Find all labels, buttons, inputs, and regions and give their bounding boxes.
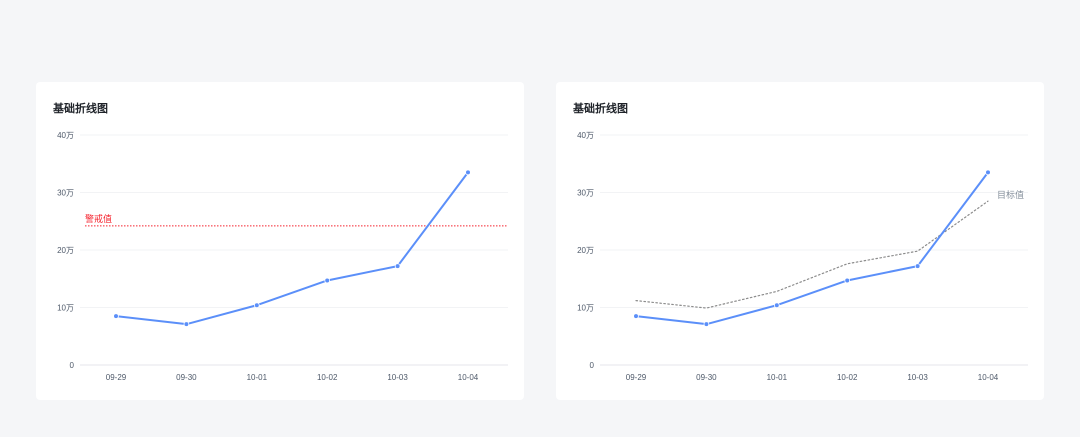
data-point [465,169,471,176]
chart-card-warning: 基础折线图 0 10万 20万 30万 40万 09-29 09-30 10-01 10-02 1… [36,82,524,400]
data-point [113,313,119,319]
data-point [844,277,851,284]
line-chart-warning: 0 10万 20万 30万 40万 09-29 09-30 10-01 10-02 10-03 10… [57,131,508,382]
data-point [633,313,639,319]
line-chart-target: 0 10万 20万 30万 40万 09-29 09-30 10-01 10-02 10-03 10… [577,131,1028,382]
x-tick-label: 10-01 [247,373,268,382]
x-tick-label: 10-02 [837,373,858,382]
data-point [985,169,991,176]
y-tick-label: 20万 [57,246,74,255]
reference-line-label: 警戒值 [85,213,112,224]
y-tick-label: 40万 [577,131,594,140]
x-tick-label: 09-29 [626,373,647,382]
x-tick-label: 09-30 [696,373,717,382]
data-point [183,321,190,327]
series-line [635,171,989,326]
data-point [774,302,780,309]
x-tick-label: 10-04 [978,373,999,382]
x-tick-label: 10-03 [387,373,408,382]
data-point [394,263,401,269]
x-tick-label: 09-30 [176,373,197,382]
data-point [914,263,921,269]
y-tick-label: 30万 [57,189,74,198]
y-tick-label: 0 [590,361,595,370]
y-tick-label: 40万 [57,131,74,140]
y-tick-label: 30万 [577,189,594,198]
data-point [254,302,260,309]
series-line [115,171,469,326]
data-point [703,321,710,327]
y-tick-label: 10万 [57,304,74,313]
series-end-label: 目标值 [997,189,1024,200]
chart-card-target: 基础折线图 0 10万 20万 30万 40万 09-29 09-30 10-01 10-02 1… [556,82,1044,400]
y-tick-label: 10万 [577,304,594,313]
x-tick-label: 09-29 [106,373,127,382]
x-tick-label: 10-02 [317,373,338,382]
x-tick-label: 10-04 [458,373,479,382]
x-tick-label: 10-01 [767,373,788,382]
y-tick-label: 20万 [577,246,594,255]
x-tick-label: 10-03 [907,373,928,382]
y-tick-label: 0 [70,361,75,370]
page: 基础折线图 0 10万 20万 30万 40万 09-29 09-30 10-01 10-02 1… [0,0,1080,437]
data-point [324,277,331,284]
